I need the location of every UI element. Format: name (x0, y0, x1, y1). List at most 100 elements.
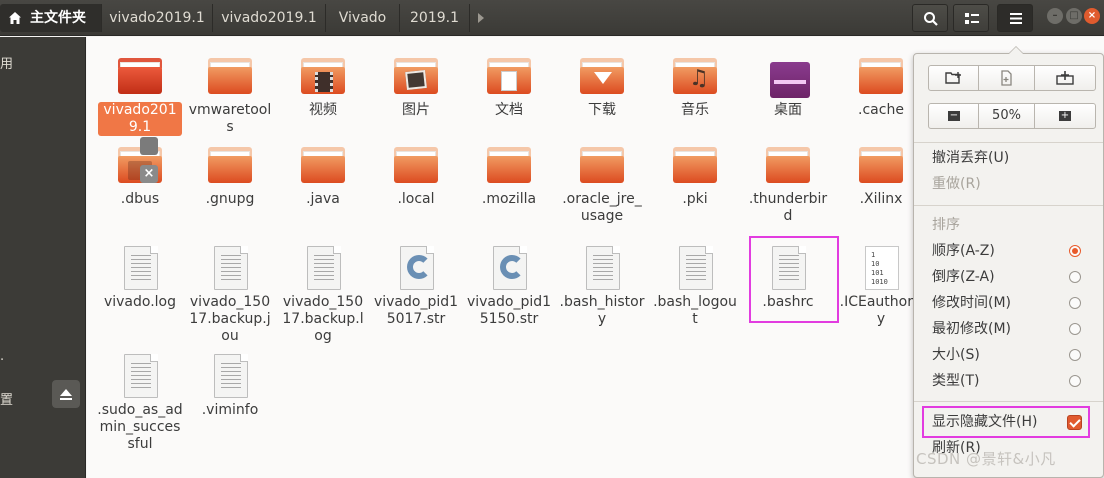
file-icon (392, 141, 440, 189)
breadcrumb-item[interactable]: vivado2019.1 (213, 4, 326, 32)
file-icon (206, 52, 254, 100)
menu-separator (914, 205, 1103, 206)
sort-radio-a-z[interactable] (1069, 245, 1081, 257)
view-toggle-button[interactable] (953, 4, 989, 32)
file-icon (857, 52, 905, 100)
file-icon (578, 244, 626, 292)
breadcrumb-item[interactable]: vivado2019.1 (102, 4, 213, 32)
file-icon (299, 244, 347, 292)
sort-option-size[interactable]: 大小(S) (932, 344, 980, 366)
new-folder-button[interactable] (929, 66, 979, 90)
breadcrumb-home-label: 主文件夹 (30, 10, 86, 26)
new-document-button[interactable] (979, 66, 1035, 90)
sort-radio-first-modified[interactable] (1069, 323, 1081, 335)
file-item[interactable]: .pki (650, 141, 740, 208)
file-item[interactable]: 下载 (557, 52, 647, 119)
zoom-level[interactable]: 50% (979, 104, 1035, 128)
eject-button[interactable] (52, 380, 80, 408)
file-item[interactable]: .oracle_jre_usage (557, 141, 647, 225)
header-bar: 主文件夹 vivado2019.1 vivado2019.1 Vivado 20… (0, 0, 1104, 36)
file-name: vivado_15017.backup.log (282, 294, 364, 344)
file-name: 桌面 (774, 102, 802, 118)
file-name: 文档 (495, 102, 523, 118)
file-item[interactable]: 文档 (464, 52, 554, 119)
redo-menu-item[interactable]: 重做(R) (932, 173, 981, 195)
file-icon (857, 141, 905, 189)
file-item[interactable]: .bash_logout (650, 244, 740, 328)
sort-radio-modified[interactable] (1069, 297, 1081, 309)
file-icon (116, 52, 164, 100)
file-name: .bash_logout (653, 294, 737, 327)
binary-digits: 1010 (871, 278, 888, 286)
file-item[interactable]: ♫ 音乐 (650, 52, 740, 119)
file-item[interactable]: .thunderbird (743, 141, 833, 225)
sort-option-type[interactable]: 类型(T) (932, 370, 979, 392)
sidebar-label[interactable]: 置 (0, 389, 13, 408)
sort-option-z-a[interactable]: 倒序(Z-A) (932, 266, 995, 288)
file-item[interactable]: vmwaretools (185, 52, 275, 136)
sort-radio-size[interactable] (1069, 349, 1081, 361)
file-name: .local (397, 191, 435, 207)
sort-radio-z-a[interactable] (1069, 271, 1081, 283)
file-item[interactable]: .mozilla (464, 141, 554, 208)
sort-option-modified[interactable]: 修改时间(M) (932, 292, 1011, 314)
sidebar-label[interactable]: 用 (0, 53, 13, 72)
minimize-button[interactable]: – (1047, 8, 1063, 24)
file-name: .bashrc (762, 294, 814, 310)
text-file-icon (679, 246, 713, 290)
file-item[interactable]: .sudo_as_admin_successful (95, 352, 185, 453)
file-item[interactable]: vivado_pid15017.str (371, 244, 461, 328)
file-icon (206, 244, 254, 292)
file-item[interactable]: vivado2019.1 (95, 52, 185, 136)
menu-separator (914, 142, 1103, 143)
search-button[interactable] (912, 4, 948, 32)
text-file-icon (124, 246, 158, 290)
folder-icon (301, 147, 345, 183)
folder-icon (859, 58, 903, 94)
folder-icon (673, 147, 717, 183)
breadcrumb-forward-arrow[interactable] (470, 4, 494, 32)
file-name: .dbus (120, 191, 160, 207)
close-button[interactable]: × (1084, 8, 1100, 24)
file-item[interactable]: .gnupg (185, 141, 275, 208)
file-item[interactable]: .local (371, 141, 461, 208)
file-item[interactable]: .java (278, 141, 368, 208)
zoom-in-button[interactable]: + (1035, 104, 1095, 128)
folder-icon (301, 58, 345, 94)
file-item[interactable]: .bash_history (557, 244, 647, 328)
undo-menu-item[interactable]: 撤消丢弃(U) (932, 147, 1009, 169)
file-icon (392, 244, 440, 292)
sort-option-a-z[interactable]: 顺序(A-Z) (932, 240, 995, 262)
menu-button[interactable] (997, 4, 1033, 32)
file-item[interactable]: .bashrc (743, 244, 833, 311)
file-item[interactable]: 视频 (278, 52, 368, 119)
maximize-button[interactable]: □ (1066, 8, 1082, 24)
file-icon (299, 141, 347, 189)
breadcrumb-item[interactable]: Vivado (326, 4, 400, 32)
file-name: .sudo_as_admin_successful (97, 402, 183, 452)
file-item[interactable]: vivado_15017.backup.jou (185, 244, 275, 345)
file-item[interactable]: vivado.log (95, 244, 185, 311)
folder-icon (487, 58, 531, 94)
sort-radio-type[interactable] (1069, 375, 1081, 387)
zoom-out-button[interactable]: − (929, 104, 979, 128)
sidebar-label[interactable]: . (0, 349, 4, 364)
breadcrumb-item[interactable]: 2019.1 (400, 4, 470, 32)
eject-icon (60, 389, 72, 400)
file-item[interactable]: 桌面 (743, 52, 833, 119)
text-file-icon (124, 354, 158, 398)
folder-icon (766, 147, 810, 183)
open-terminal-button[interactable] (1035, 66, 1095, 90)
folder-icon (580, 58, 624, 94)
breadcrumb-home[interactable]: 主文件夹 (0, 4, 102, 32)
file-item[interactable]: vivado_pid15150.str (464, 244, 554, 328)
file-item[interactable]: 图片 (371, 52, 461, 119)
file-item[interactable]: × .dbus (95, 137, 185, 208)
file-icon (764, 244, 812, 292)
sort-option-first-modified[interactable]: 最初修改(M) (932, 318, 1011, 340)
folder-icon (580, 147, 624, 183)
file-name: vivado_pid15150.str (466, 294, 552, 327)
file-name: .pki (682, 191, 708, 207)
file-item[interactable]: .viminfo (185, 352, 275, 419)
file-item[interactable]: vivado_15017.backup.log (278, 244, 368, 345)
